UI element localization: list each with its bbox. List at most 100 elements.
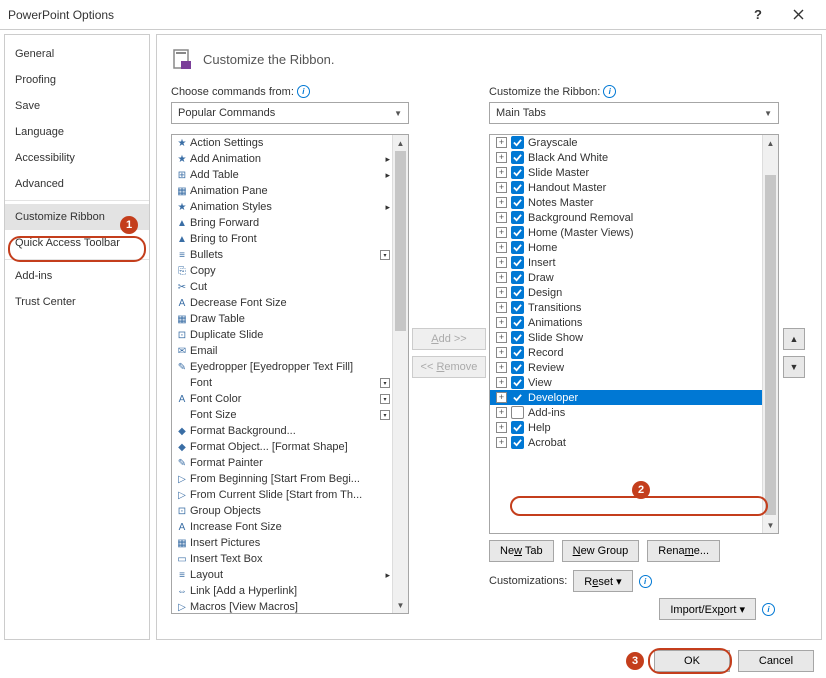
checkbox[interactable] bbox=[511, 136, 524, 149]
scroll-down-icon[interactable]: ▼ bbox=[763, 517, 778, 533]
expander-icon[interactable]: + bbox=[496, 422, 507, 433]
list-item[interactable]: ✂Cut bbox=[172, 279, 408, 295]
help-button[interactable]: ? bbox=[738, 1, 778, 29]
list-item[interactable]: AIncrease Font Size bbox=[172, 519, 408, 535]
tree-item-background-removal[interactable]: +Background Removal bbox=[490, 210, 778, 225]
info-icon[interactable]: i bbox=[297, 85, 310, 98]
tree-item-developer[interactable]: +Developer bbox=[490, 390, 778, 405]
sidebar-item-save[interactable]: Save bbox=[5, 93, 149, 119]
list-item[interactable]: ▷From Current Slide [Start from Th... bbox=[172, 487, 408, 503]
sidebar-item-language[interactable]: Language bbox=[5, 119, 149, 145]
expander-icon[interactable]: + bbox=[496, 152, 507, 163]
expander-icon[interactable]: + bbox=[496, 137, 507, 148]
list-item[interactable]: ✎Format Painter bbox=[172, 455, 408, 471]
new-group-button[interactable]: New Group bbox=[562, 540, 640, 562]
expander-icon[interactable]: + bbox=[496, 332, 507, 343]
list-item[interactable]: ≡Layout▸ bbox=[172, 567, 408, 583]
list-item[interactable]: AFont Color▾ bbox=[172, 391, 408, 407]
list-item[interactable]: ▷From Beginning [Start From Begi... bbox=[172, 471, 408, 487]
expander-icon[interactable]: + bbox=[496, 242, 507, 253]
scroll-down-icon[interactable]: ▼ bbox=[393, 597, 408, 613]
ok-button[interactable]: OK bbox=[654, 650, 730, 672]
tree-item-home-master-views-[interactable]: +Home (Master Views) bbox=[490, 225, 778, 240]
tree-item-black-and-white[interactable]: +Black And White bbox=[490, 150, 778, 165]
list-item[interactable]: ✎Eyedropper [Eyedropper Text Fill] bbox=[172, 359, 408, 375]
list-item[interactable]: ◆Format Object... [Format Shape] bbox=[172, 439, 408, 455]
checkbox[interactable] bbox=[511, 181, 524, 194]
expander-icon[interactable]: + bbox=[496, 212, 507, 223]
list-item[interactable]: ▲Bring Forward bbox=[172, 215, 408, 231]
list-item[interactable]: ⊡Group Objects bbox=[172, 503, 408, 519]
expander-icon[interactable]: + bbox=[496, 287, 507, 298]
expander-icon[interactable]: + bbox=[496, 407, 507, 418]
tree-item-grayscale[interactable]: +Grayscale bbox=[490, 135, 778, 150]
expander-icon[interactable]: + bbox=[496, 392, 507, 403]
list-item[interactable]: ★Add Animation▸ bbox=[172, 151, 408, 167]
tree-item-acrobat[interactable]: +Acrobat bbox=[490, 435, 778, 450]
list-item[interactable]: Font▾ bbox=[172, 375, 408, 391]
checkbox[interactable] bbox=[511, 331, 524, 344]
checkbox[interactable] bbox=[511, 166, 524, 179]
list-item[interactable]: ▲Bring to Front bbox=[172, 231, 408, 247]
cancel-button[interactable]: Cancel bbox=[738, 650, 814, 672]
scrollbar[interactable]: ▲ ▼ bbox=[762, 135, 778, 533]
expander-icon[interactable]: + bbox=[496, 257, 507, 268]
tree-item-add-ins[interactable]: +Add-ins bbox=[490, 405, 778, 420]
info-icon[interactable]: i bbox=[762, 603, 775, 616]
move-up-button[interactable]: ▲ bbox=[783, 328, 805, 350]
sidebar-item-advanced[interactable]: Advanced bbox=[5, 171, 149, 197]
list-item[interactable]: ▦Insert Pictures bbox=[172, 535, 408, 551]
sidebar-item-trust-center[interactable]: Trust Center bbox=[5, 289, 149, 315]
scroll-thumb[interactable] bbox=[765, 175, 776, 515]
scroll-up-icon[interactable]: ▲ bbox=[763, 135, 778, 151]
list-item[interactable]: Font Size▾ bbox=[172, 407, 408, 423]
import-export-button[interactable]: Import/Export ▾ bbox=[659, 598, 756, 620]
new-tab-button[interactable]: New Tab bbox=[489, 540, 554, 562]
move-down-button[interactable]: ▼ bbox=[783, 356, 805, 378]
list-item[interactable]: ◆Format Background... bbox=[172, 423, 408, 439]
list-item[interactable]: ★Animation Styles▸ bbox=[172, 199, 408, 215]
tree-item-view[interactable]: +View bbox=[490, 375, 778, 390]
checkbox[interactable] bbox=[511, 211, 524, 224]
ribbon-tree[interactable]: +Grayscale+Black And White+Slide Master+… bbox=[489, 134, 779, 534]
tree-item-help[interactable]: +Help bbox=[490, 420, 778, 435]
list-item[interactable]: ⊡Duplicate Slide bbox=[172, 327, 408, 343]
list-item[interactable]: ▭Insert Text Box bbox=[172, 551, 408, 567]
expander-icon[interactable]: + bbox=[496, 437, 507, 448]
expander-icon[interactable]: + bbox=[496, 167, 507, 178]
list-item[interactable]: ▷Macros [View Macros] bbox=[172, 599, 408, 614]
expander-icon[interactable]: + bbox=[496, 302, 507, 313]
checkbox[interactable] bbox=[511, 151, 524, 164]
tree-item-record[interactable]: +Record bbox=[490, 345, 778, 360]
list-item[interactable]: ✉Email bbox=[172, 343, 408, 359]
rename-button[interactable]: Rename... bbox=[647, 540, 720, 562]
expander-icon[interactable]: + bbox=[496, 362, 507, 373]
info-icon[interactable]: i bbox=[603, 85, 616, 98]
tree-item-animations[interactable]: +Animations bbox=[490, 315, 778, 330]
remove-button[interactable]: << Remove bbox=[412, 356, 486, 378]
tree-item-transitions[interactable]: +Transitions bbox=[490, 300, 778, 315]
expander-icon[interactable]: + bbox=[496, 347, 507, 358]
commands-dropdown[interactable]: Popular Commands ▼ bbox=[171, 102, 409, 124]
checkbox[interactable] bbox=[511, 256, 524, 269]
checkbox[interactable] bbox=[511, 346, 524, 359]
list-item[interactable]: ▦Draw Table bbox=[172, 311, 408, 327]
ribbon-dropdown[interactable]: Main Tabs ▼ bbox=[489, 102, 779, 124]
list-item[interactable]: ⎘Copy bbox=[172, 263, 408, 279]
tree-item-slide-master[interactable]: +Slide Master bbox=[490, 165, 778, 180]
checkbox[interactable] bbox=[511, 286, 524, 299]
commands-listbox[interactable]: ★Action Settings★Add Animation▸⊞Add Tabl… bbox=[171, 134, 409, 614]
expander-icon[interactable]: + bbox=[496, 182, 507, 193]
sidebar-item-proofing[interactable]: Proofing bbox=[5, 67, 149, 93]
scrollbar[interactable]: ▲ ▼ bbox=[392, 135, 408, 613]
checkbox[interactable] bbox=[511, 406, 524, 419]
sidebar-item-general[interactable]: General bbox=[5, 41, 149, 67]
checkbox[interactable] bbox=[511, 391, 524, 404]
list-item[interactable]: ▦Animation Pane bbox=[172, 183, 408, 199]
close-button[interactable] bbox=[778, 1, 818, 29]
tree-item-review[interactable]: +Review bbox=[490, 360, 778, 375]
list-item[interactable]: ⇔Link [Add a Hyperlink] bbox=[172, 583, 408, 599]
expander-icon[interactable]: + bbox=[496, 227, 507, 238]
expander-icon[interactable]: + bbox=[496, 317, 507, 328]
checkbox[interactable] bbox=[511, 301, 524, 314]
